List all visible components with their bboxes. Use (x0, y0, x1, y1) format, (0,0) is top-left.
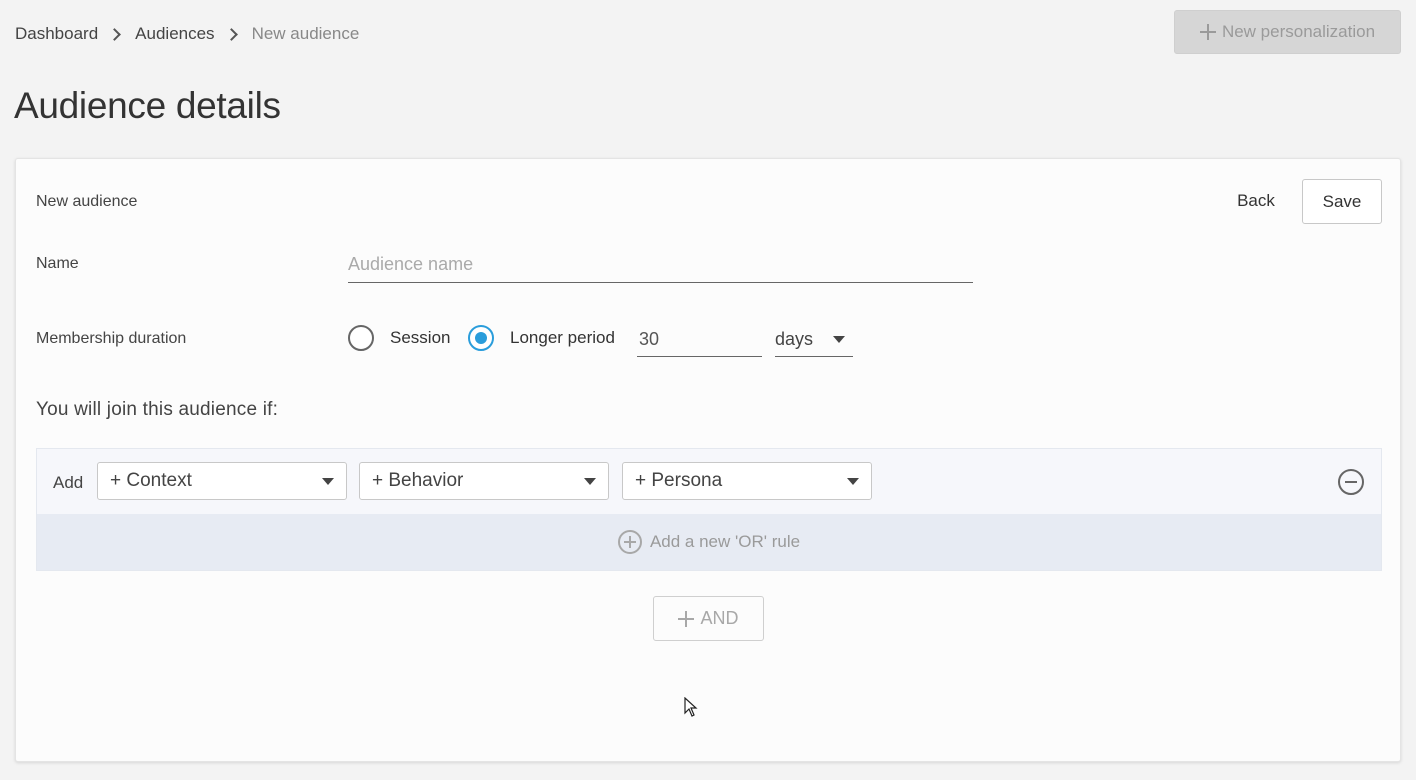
persona-dropdown-label: + Persona (635, 470, 723, 491)
mouse-cursor-icon (684, 697, 698, 717)
add-and-label: AND (700, 608, 739, 628)
new-personalization-button[interactable]: New personalization (1174, 10, 1401, 54)
back-button[interactable]: Back (1226, 179, 1286, 223)
remove-rule-icon[interactable] (1338, 469, 1364, 495)
add-or-rule-label: Add a new 'OR' rule (649, 532, 801, 551)
caret-down-icon (847, 477, 859, 485)
rule-group: Add + Context + Behavior + Persona Add a… (36, 448, 1382, 571)
longer-period-radio-label[interactable]: Longer period (510, 328, 615, 348)
rule-add-label: Add (53, 473, 84, 492)
context-dropdown-label: + Context (110, 470, 192, 491)
breadcrumb-dashboard[interactable]: Dashboard (15, 24, 98, 44)
longer-period-radio[interactable] (468, 325, 494, 351)
session-radio[interactable] (348, 325, 374, 351)
membership-duration-label: Membership duration (36, 330, 187, 347)
audience-name-input[interactable] (348, 247, 973, 283)
duration-unit-select[interactable]: days (775, 323, 853, 357)
behavior-dropdown[interactable]: + Behavior (359, 462, 609, 500)
context-dropdown[interactable]: + Context (97, 462, 347, 500)
plus-circle-icon (617, 530, 642, 554)
add-or-rule-button[interactable]: Add a new 'OR' rule (37, 514, 1381, 570)
rules-intro: You will join this audience if: (36, 399, 279, 420)
breadcrumb-audiences[interactable]: Audiences (135, 24, 214, 44)
chevron-right-icon (224, 27, 238, 41)
name-label: Name (36, 255, 79, 272)
caret-down-icon (322, 477, 334, 485)
add-and-button[interactable]: AND (653, 596, 764, 641)
rule-row: Add + Context + Behavior + Persona (37, 449, 1381, 514)
page-title: Audience details (14, 85, 281, 126)
behavior-dropdown-label: + Behavior (372, 470, 464, 491)
save-button[interactable]: Save (1302, 179, 1382, 224)
card-title: New audience (36, 193, 138, 210)
new-personalization-label: New personalization (1221, 22, 1376, 41)
plus-icon (678, 610, 695, 627)
plus-icon (1199, 24, 1216, 40)
duration-unit-value: days (775, 329, 814, 349)
audience-card: New audience Back Save Name Membership d… (15, 158, 1401, 762)
top-bar: Dashboard Audiences New audience New per… (0, 0, 1416, 70)
breadcrumb: Dashboard Audiences New audience (15, 24, 359, 44)
duration-value-input[interactable] (637, 323, 762, 357)
caret-down-icon (833, 336, 845, 343)
breadcrumb-current: New audience (251, 24, 360, 43)
caret-down-icon (584, 477, 596, 485)
session-radio-label[interactable]: Session (390, 328, 450, 348)
chevron-right-icon (108, 27, 122, 41)
persona-dropdown[interactable]: + Persona (622, 462, 872, 500)
